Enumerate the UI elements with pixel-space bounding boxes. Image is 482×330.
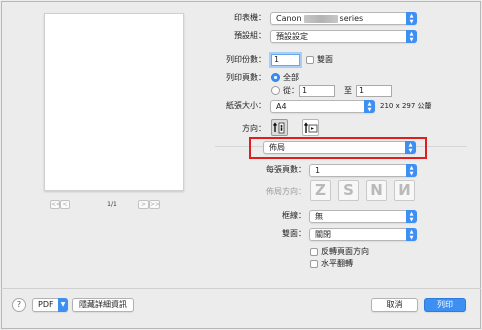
printer-model-redacted xyxy=(303,14,338,23)
first-page-button[interactable]: << xyxy=(50,200,61,209)
layout-direction-z-button[interactable]: Z xyxy=(310,180,331,201)
chevron-updown-icon: ▲ ▼ xyxy=(406,12,417,25)
paper-size-popup[interactable]: A4 ▲ ▼ xyxy=(270,100,375,113)
cancel-button[interactable]: 取消 xyxy=(371,298,418,312)
landscape-icon xyxy=(303,122,318,133)
duplex-label: 雙面 xyxy=(317,55,333,64)
pdf-button[interactable]: PDF ▼ xyxy=(32,298,68,312)
paper-dimensions: 210 x 297 公釐 xyxy=(380,102,432,110)
chevron-updown-icon: ▲ ▼ xyxy=(406,164,417,177)
flip-horizontal-checkbox[interactable] xyxy=(310,260,318,268)
border-value: 無 xyxy=(315,212,323,221)
pages-all-radio[interactable] xyxy=(271,73,280,82)
copies-label: 列印份數： xyxy=(226,55,266,64)
pages-per-sheet-value: 1 xyxy=(315,166,321,175)
duplex-checkbox[interactable] xyxy=(306,56,314,64)
help-button[interactable]: ? xyxy=(12,298,26,312)
layout-direction-n-mirrored-button[interactable]: N xyxy=(394,180,415,201)
printer-popup[interactable]: Canon series ▲ ▼ xyxy=(270,12,417,25)
border-label: 框線： xyxy=(282,211,306,220)
pages-to-label: 至 xyxy=(344,86,352,95)
portrait-orientation-button[interactable] xyxy=(271,119,288,136)
prev-page-button[interactable]: < xyxy=(60,200,70,209)
highlight-box xyxy=(249,137,427,159)
next-page-button[interactable]: > xyxy=(138,200,149,209)
printer-suffix: series xyxy=(339,14,364,23)
pages-per-sheet-popup[interactable]: 1 ▲ ▼ xyxy=(309,164,417,177)
two-sided-value: 關閉 xyxy=(315,230,331,239)
pdf-label: PDF xyxy=(38,300,54,309)
last-page-button[interactable]: >> xyxy=(149,200,160,209)
preset-popup[interactable]: 預設設定 ▲ ▼ xyxy=(270,30,417,43)
reverse-orientation-checkbox[interactable] xyxy=(310,248,318,256)
print-button[interactable]: 列印 xyxy=(424,298,466,312)
layout-direction-label: 佈局方向： xyxy=(266,187,306,196)
paper-size-label: 紙張大小： xyxy=(226,101,266,110)
chevron-down-icon: ▼ xyxy=(58,298,68,312)
layout-direction-s-button[interactable]: S xyxy=(338,180,359,201)
orientation-label: 方向： xyxy=(242,124,266,133)
chevron-updown-icon: ▲ ▼ xyxy=(364,100,375,113)
pages-from-label: 從： xyxy=(283,86,299,95)
page-preview xyxy=(44,13,184,191)
preset-value: 預設設定 xyxy=(276,32,308,41)
two-sided-label: 雙面： xyxy=(282,229,306,238)
hide-details-button[interactable]: 隱藏詳細資訊 xyxy=(72,298,134,312)
printer-label: 印表機： xyxy=(234,13,266,22)
layout-direction-n-button[interactable]: N xyxy=(366,180,387,201)
pages-from-field[interactable]: 1 xyxy=(299,85,335,97)
printer-prefix: Canon xyxy=(276,14,302,23)
chevron-updown-icon: ▲ ▼ xyxy=(406,210,417,223)
portrait-icon xyxy=(272,122,285,134)
preview-pager: << < 1/1 > >> xyxy=(44,200,184,210)
preset-label: 預設組： xyxy=(234,31,266,40)
two-sided-popup[interactable]: 關閉 ▲ ▼ xyxy=(309,228,417,241)
pages-range-radio[interactable] xyxy=(271,86,280,95)
page-indicator: 1/1 xyxy=(107,201,117,208)
pages-label: 列印頁數： xyxy=(226,73,266,82)
copies-field[interactable]: 1 xyxy=(271,54,300,66)
paper-size-value: A4 xyxy=(276,102,287,111)
pages-to-field[interactable]: 1 xyxy=(356,85,392,97)
flip-horizontal-label: 水平翻轉 xyxy=(321,259,353,268)
border-popup[interactable]: 無 ▲ ▼ xyxy=(309,210,417,223)
pages-all-label: 全部 xyxy=(283,73,299,82)
landscape-orientation-button[interactable] xyxy=(302,119,319,136)
pages-per-sheet-label: 每張頁數： xyxy=(266,165,306,174)
reverse-orientation-label: 反轉頁面方向 xyxy=(321,247,369,256)
footer-divider xyxy=(1,288,481,289)
chevron-updown-icon: ▲ ▼ xyxy=(406,30,417,43)
chevron-updown-icon: ▲ ▼ xyxy=(406,228,417,241)
